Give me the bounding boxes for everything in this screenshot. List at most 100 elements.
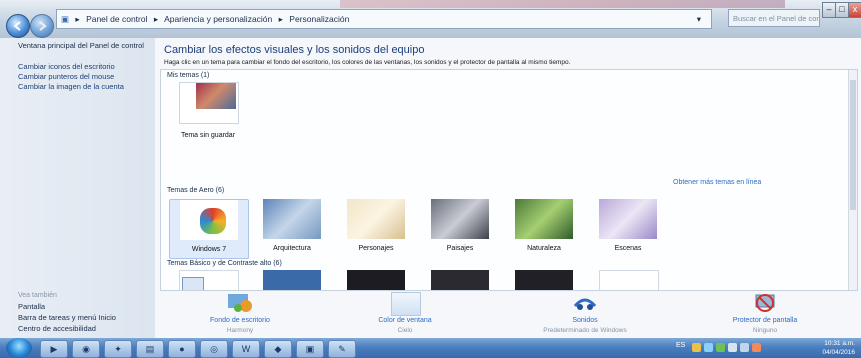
taskbar-clock[interactable]: 10:31 a.m. 04/04/2016 bbox=[795, 339, 855, 357]
sidebar-link-account-picture[interactable]: Cambiar la imagen de la cuenta bbox=[18, 82, 148, 91]
theme-thumbnail bbox=[431, 270, 489, 290]
maximize-button[interactable]: □ bbox=[835, 2, 849, 18]
window-color-tile[interactable]: Color de ventana Cielo bbox=[335, 292, 475, 338]
theme-thumbnail bbox=[347, 270, 405, 290]
control-panel-icon: ▣ bbox=[61, 14, 70, 24]
theme-label: Escenas bbox=[614, 245, 642, 252]
network-tray-icon[interactable] bbox=[740, 343, 749, 352]
see-also-header: Vea también bbox=[18, 292, 57, 299]
see-also-accessibility[interactable]: Centro de accesibilidad bbox=[18, 324, 96, 333]
back-arrow-icon bbox=[13, 21, 21, 31]
theme-tile-contrast-black-2[interactable] bbox=[421, 270, 499, 290]
sidebar-link-desktop-icons[interactable]: Cambiar iconos del escritorio bbox=[18, 62, 148, 71]
breadcrumb-separator: ▸ bbox=[278, 14, 283, 24]
taskbar-control-panel-icon[interactable]: ▣ bbox=[296, 340, 324, 358]
screensaver-tile[interactable]: Protector de pantalla Ninguno bbox=[695, 292, 835, 338]
taskbar-paint-icon[interactable]: ✎ bbox=[328, 340, 356, 358]
window-color-label[interactable]: Color de ventana bbox=[335, 317, 475, 324]
breadcrumb-separator: ▸ bbox=[75, 14, 80, 24]
theme-thumbnail bbox=[599, 199, 657, 239]
sounds-label[interactable]: Sonidos bbox=[515, 317, 655, 324]
theme-tile-windows7[interactable]: Windows 7 bbox=[169, 199, 249, 259]
theme-label: Personajes bbox=[358, 245, 394, 252]
theme-label: Tema sin guardar bbox=[180, 132, 236, 139]
address-bar[interactable]: ▣ ▸ Panel de control ▸ Apariencia y pers… bbox=[56, 9, 712, 29]
theme-thumbnail bbox=[180, 200, 238, 240]
address-dropdown-icon[interactable]: ▾ bbox=[697, 10, 701, 28]
get-more-themes-link[interactable]: Obtener más temas en línea bbox=[673, 179, 761, 186]
window-preview bbox=[182, 277, 204, 290]
minimize-button[interactable]: – bbox=[822, 2, 836, 18]
taskbar-network-icon[interactable]: ✦ bbox=[104, 340, 132, 358]
main-content: Cambiar los efectos visuales y los sonid… bbox=[155, 38, 861, 338]
theme-tile-classic-blue[interactable] bbox=[253, 270, 331, 290]
group-header-my-themes: Mis temas (1) bbox=[167, 72, 209, 79]
back-button[interactable] bbox=[6, 14, 30, 38]
breadcrumb-appearance[interactable]: Apariencia y personalización bbox=[164, 14, 272, 24]
theme-tile-contrast-black-1[interactable] bbox=[337, 270, 415, 290]
title-strip bbox=[340, 0, 785, 8]
theme-tile-unsaved[interactable]: Tema sin guardar bbox=[169, 82, 247, 144]
theme-tile-contrast-black-3[interactable] bbox=[505, 270, 583, 290]
desktop-background-tile[interactable]: Fondo de escritorio Harmony bbox=[170, 292, 310, 338]
taskbar-media-player-icon[interactable]: ▶ bbox=[40, 340, 68, 358]
theme-tile-landscapes[interactable]: Paisajes bbox=[421, 199, 499, 257]
breadcrumb-personalization[interactable]: Personalización bbox=[289, 14, 349, 24]
theme-thumbnail bbox=[515, 270, 573, 290]
search-input[interactable]: Buscar en el Panel de control bbox=[728, 9, 820, 27]
desktop-background-icon bbox=[226, 292, 254, 314]
desktop-background-label[interactable]: Fondo de escritorio bbox=[170, 317, 310, 324]
theme-tile-architecture[interactable]: Arquitectura bbox=[253, 199, 331, 257]
sounds-tile[interactable]: Sonidos Predeterminado de Windows bbox=[515, 292, 655, 338]
group-title: Mis temas (1) bbox=[167, 72, 210, 79]
theme-tile-nature[interactable]: Naturaleza bbox=[505, 199, 583, 257]
flag-icon[interactable] bbox=[752, 343, 761, 352]
theme-thumbnail bbox=[263, 199, 321, 239]
taskbar-folder-icon[interactable]: ▤ bbox=[136, 340, 164, 358]
clock-time: 10:31 a.m. bbox=[824, 340, 855, 347]
theme-list-scrollbar[interactable] bbox=[848, 70, 857, 290]
taskbar-app-icon[interactable]: ◆ bbox=[264, 340, 292, 358]
clock-date: 04/04/2016 bbox=[822, 349, 855, 356]
sidebar-link-mouse-pointers[interactable]: Cambiar punteros del mouse bbox=[18, 72, 148, 81]
theme-thumbnail bbox=[431, 199, 489, 239]
volume-icon[interactable] bbox=[728, 343, 737, 352]
see-also-display[interactable]: Pantalla bbox=[18, 302, 45, 311]
theme-tile-scenes[interactable]: Escenas bbox=[589, 199, 667, 257]
tray-icon[interactable] bbox=[716, 343, 725, 352]
tray-icon[interactable] bbox=[692, 343, 701, 352]
breadcrumb-separator: ▸ bbox=[153, 14, 159, 24]
forward-button[interactable] bbox=[30, 14, 54, 38]
screensaver-label[interactable]: Protector de pantalla bbox=[695, 317, 835, 324]
forward-arrow-icon bbox=[39, 21, 47, 31]
theme-tile-characters[interactable]: Personajes bbox=[337, 199, 415, 257]
theme-label: Arquitectura bbox=[273, 245, 311, 252]
windows-logo-icon bbox=[200, 208, 226, 234]
scrollbar-thumb[interactable] bbox=[850, 80, 856, 210]
close-button[interactable]: x bbox=[848, 2, 861, 18]
language-indicator[interactable]: ES bbox=[676, 342, 685, 349]
screensaver-value: Ninguno bbox=[752, 327, 778, 334]
sounds-icon bbox=[571, 292, 599, 314]
theme-tile-basic[interactable] bbox=[169, 270, 247, 290]
group-header-aero: Temas de Aero (6) bbox=[167, 187, 224, 194]
taskbar-firefox-icon[interactable]: ● bbox=[168, 340, 196, 358]
sounds-value: Predeterminado de Windows bbox=[543, 327, 627, 334]
sidebar: Ventana principal del Panel de control C… bbox=[0, 38, 155, 338]
theme-thumbnail bbox=[263, 270, 321, 290]
theme-thumbnail bbox=[179, 270, 239, 290]
taskbar-browser-icon[interactable]: ◉ bbox=[72, 340, 100, 358]
taskbar: ▶ ◉ ✦ ▤ ● ◎ W ◆ ▣ ✎ ES 10:31 a.m. 04/04/… bbox=[0, 338, 861, 358]
taskbar-word-icon[interactable]: W bbox=[232, 340, 260, 358]
breadcrumb-control-panel[interactable]: Panel de control bbox=[86, 14, 147, 24]
screensaver-disabled-icon bbox=[751, 292, 779, 314]
sidebar-home-link[interactable]: Ventana principal del Panel de control bbox=[18, 41, 148, 50]
theme-thumbnail bbox=[347, 199, 405, 239]
taskbar-chrome-icon[interactable]: ◎ bbox=[200, 340, 228, 358]
theme-tile-contrast-white[interactable] bbox=[589, 270, 667, 290]
tray-icon[interactable] bbox=[704, 343, 713, 352]
theme-list: Mis temas (1) Tema sin guardar Obtener m… bbox=[160, 69, 858, 291]
page-subtitle: Haga clic en un tema para cambiar el fon… bbox=[164, 59, 571, 66]
see-also-taskbar[interactable]: Barra de tareas y menú Inicio bbox=[18, 313, 116, 322]
start-button[interactable] bbox=[6, 338, 32, 358]
